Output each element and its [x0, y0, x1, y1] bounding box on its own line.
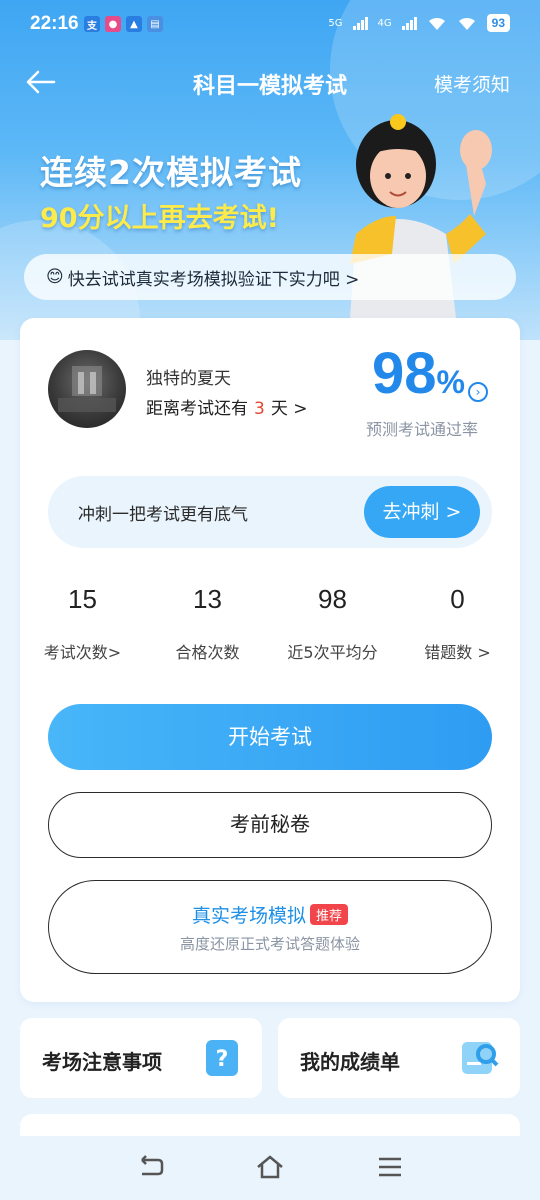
exam-notice-link[interactable]: 模考须知 [434, 70, 510, 97]
smile-emoji-icon: 😊 [46, 267, 64, 287]
sprint-banner: 冲刺一把考试更有底气 去冲刺 > [48, 476, 492, 548]
stat-label: 近5次平均分 [287, 643, 378, 662]
signal-icon [352, 16, 368, 30]
stat-value: 0 [450, 584, 465, 614]
exam-countdown[interactable]: 距离考试还有 3 天 > [146, 394, 307, 419]
svg-text:?: ? [216, 1047, 229, 1072]
stat-label: 合格次数 [175, 643, 240, 662]
search-report-icon [462, 1042, 499, 1074]
stat-label: 错题数 > [424, 643, 491, 662]
banner-headline: 连续2次模拟考试 [40, 153, 302, 192]
pass-rate-label: 预测考试通过率 [366, 420, 479, 439]
stat-value: 15 [68, 584, 97, 614]
avatar-image [58, 366, 116, 412]
back-nav-icon[interactable] [136, 1154, 166, 1180]
real-exam-title-row: 真实考场模拟 推荐 [49, 901, 491, 928]
countdown-suffix: 天 > [270, 399, 308, 419]
stat-pass-count: 13 合格次数 [145, 584, 270, 663]
network-5g-label: 5G [328, 17, 343, 29]
wifi-icon [458, 17, 475, 30]
battery-indicator: 93 [486, 14, 510, 32]
stat-value: 13 [193, 584, 222, 614]
network-4g-label: 4G [377, 17, 392, 29]
sprint-text: 冲刺一把考试更有底气 [78, 505, 248, 525]
stat-average-score: 98 近5次平均分 [270, 584, 395, 663]
pass-rate[interactable]: 98% [372, 340, 465, 407]
banner-subheadline: 90分以上再去考试! [40, 203, 279, 234]
sprint-button[interactable]: 去冲刺 > [364, 486, 480, 538]
system-nav-bar [0, 1136, 540, 1200]
tile-label: 考场注意事项 [42, 1050, 162, 1074]
secret-paper-button[interactable]: 考前秘卷 [48, 792, 492, 858]
real-exam-tip-bar[interactable]: 😊 快去试试真实考场模拟验证下实力吧 > [24, 254, 516, 300]
exam-notes-tile[interactable]: 考场注意事项 ? [20, 1018, 262, 1098]
user-name: 独特的夏天 [146, 369, 231, 389]
signal-icon [401, 16, 417, 30]
home-nav-icon[interactable] [255, 1154, 285, 1180]
map-notification-icon: ▲ [126, 16, 142, 32]
recommend-badge: 推荐 [310, 904, 349, 925]
wifi-icon [428, 17, 445, 30]
stat-wrong-count[interactable]: 0 错题数 > [395, 584, 520, 663]
tip-text: 快去试试真实考场模拟验证下实力吧 > [67, 269, 360, 290]
message-notification-icon: ▤ [147, 16, 163, 32]
countdown-days: 3 [254, 399, 265, 419]
stats-row: 15 考试次数> 13 合格次数 98 近5次平均分 0 错题数 > [20, 584, 520, 674]
notification-icons: 支 ● ▲ ▤ [84, 16, 163, 32]
start-exam-button[interactable]: 开始考试 [48, 704, 492, 770]
status-right: 5G 4G 93 [328, 14, 510, 32]
avatar[interactable] [48, 350, 126, 428]
real-exam-title: 真实考场模拟 [191, 905, 306, 927]
real-exam-simulation-button[interactable]: 真实考场模拟 推荐 高度还原正式考试答题体验 [48, 880, 492, 974]
exam-summary-card: 独特的夏天 距离考试还有 3 天 > 98% › 预测考试通过率 冲刺一把考试更有底… [20, 318, 520, 1002]
status-time: 22:16 [30, 13, 79, 34]
alipay-icon: 支 [84, 16, 100, 32]
nav-bar: 科目一模拟考试 模考须知 [0, 58, 540, 106]
countdown-prefix: 距离考试还有 [146, 399, 248, 419]
tile-label: 我的成绩单 [300, 1050, 400, 1074]
stat-exam-count[interactable]: 15 考试次数> [20, 584, 145, 663]
stat-label: 考试次数> [43, 643, 122, 662]
app-notification-icon: ● [105, 16, 121, 32]
menu-nav-icon[interactable] [375, 1154, 405, 1180]
pass-rate-value: 98 [372, 341, 437, 406]
real-exam-subtitle: 高度还原正式考试答题体验 [179, 935, 360, 953]
chevron-right-circle-icon[interactable]: › [468, 382, 488, 402]
pass-rate-unit: % [436, 364, 465, 400]
status-bar: 22:16 支 ● ▲ ▤ 5G 4G 93 [0, 0, 540, 52]
stat-value: 98 [318, 584, 347, 614]
question-card-icon: ? [206, 1040, 238, 1076]
my-report-tile[interactable]: 我的成绩单 [278, 1018, 520, 1098]
